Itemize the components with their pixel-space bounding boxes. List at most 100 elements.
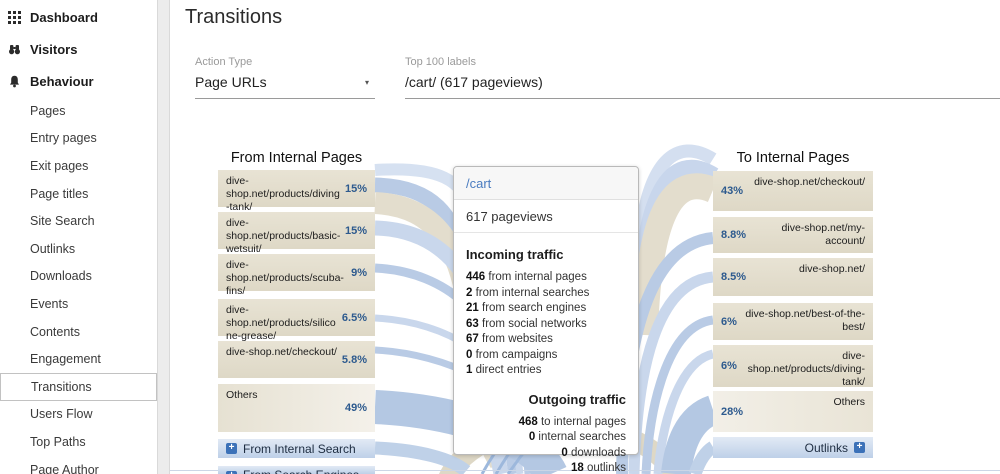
traffic-value: 0 xyxy=(529,431,535,443)
sidebar-item-pages[interactable]: Pages xyxy=(0,97,157,125)
incoming-traffic-heading: Incoming traffic xyxy=(466,247,626,262)
sidebar-item-downloads[interactable]: Downloads xyxy=(0,263,157,291)
percentage: 49% xyxy=(345,402,367,414)
sidebar-item-label: Transitions xyxy=(31,380,92,394)
percentage: 9% xyxy=(351,267,367,279)
sidebar-item-label: Entry pages xyxy=(30,131,97,145)
traffic-label: from websites xyxy=(482,333,553,345)
from-internal-search-row[interactable]: + From Internal Search xyxy=(218,439,375,458)
from-search-engines-row[interactable]: + From Search Engines xyxy=(218,466,375,474)
traffic-value: 21 xyxy=(466,302,479,314)
sidebar-item-users-flow[interactable]: Users Flow xyxy=(0,401,157,429)
page-url: dive-shop.net/products/scuba-fins/ xyxy=(226,259,347,286)
traffic-value: 67 xyxy=(466,333,479,345)
incoming-traffic-list: 446 from internal pages 2 from internal … xyxy=(466,270,626,379)
top-labels-select[interactable]: /cart/ (617 pageviews) xyxy=(405,74,1000,99)
sidebar-item-label: Page Author xyxy=(30,463,99,474)
sidebar-item-engagement[interactable]: Engagement xyxy=(0,345,157,373)
percentage: 8.8% xyxy=(721,229,746,241)
action-type-select[interactable]: Page URLs ▾ xyxy=(195,74,375,99)
sidebar-item-events[interactable]: Events xyxy=(0,290,157,318)
percentage: 15% xyxy=(345,225,367,237)
sidebar-item-site-search[interactable]: Site Search xyxy=(0,207,157,235)
sidebar-item-label: Events xyxy=(30,297,68,311)
expand-plus-icon[interactable]: + xyxy=(226,443,237,454)
to-page-box[interactable]: dive-shop.net/checkout/ 43% xyxy=(713,171,873,211)
row-label: From Search Engines xyxy=(243,466,359,474)
action-type-control: Action Type Page URLs ▾ xyxy=(195,56,375,99)
percentage: 15% xyxy=(345,183,367,195)
traffic-value: 2 xyxy=(466,287,472,299)
traffic-row: 446 from internal pages xyxy=(466,270,626,286)
traffic-row: 468 to internal pages xyxy=(466,415,626,431)
traffic-row: 0 downloads xyxy=(466,446,626,462)
sidebar-item-label: Dashboard xyxy=(30,10,98,25)
page-title: Transitions xyxy=(185,6,282,29)
from-page-box[interactable]: dive-shop.net/products/diving-tank/ 15% xyxy=(218,170,375,207)
to-page-box[interactable]: dive-shop.net/products/diving-tank/ 6% xyxy=(713,345,873,387)
percentage: 8.5% xyxy=(721,271,746,283)
from-page-box[interactable]: dive-shop.net/products/silicone-grease/ … xyxy=(218,299,375,336)
to-page-box[interactable]: dive-shop.net/ 8.5% xyxy=(713,258,873,296)
traffic-row: 0 from campaigns xyxy=(466,348,626,364)
sidebar-item-visitors[interactable]: Visitors xyxy=(0,33,157,65)
traffic-row: 0 internal searches xyxy=(466,430,626,446)
traffic-value: 468 xyxy=(519,416,538,428)
sidebar-item-label: Engagement xyxy=(30,352,101,366)
outlinks-row[interactable]: Outlinks + xyxy=(713,437,873,458)
from-internal-pages-heading: From Internal Pages xyxy=(218,150,375,166)
chevron-down-icon: ▾ xyxy=(365,78,369,87)
action-type-value: Page URLs xyxy=(195,74,267,90)
percentage: 6% xyxy=(721,360,737,372)
sidebar-item-behaviour[interactable]: Behaviour xyxy=(0,65,157,97)
dashboard-grid-icon xyxy=(8,11,21,24)
binoculars-icon xyxy=(8,43,21,56)
outgoing-traffic-list: 468 to internal pages 0 internal searche… xyxy=(466,415,626,474)
traffic-label: downloads xyxy=(571,447,626,459)
percentage: 28% xyxy=(721,406,743,418)
sidebar-item-top-paths[interactable]: Top Paths xyxy=(0,428,157,456)
others-label: Others xyxy=(747,396,865,427)
from-page-box[interactable]: dive-shop.net/products/scuba-fins/ 9% xyxy=(218,254,375,291)
top-labels-label: Top 100 labels xyxy=(405,56,1000,68)
sidebar-item-entry-pages[interactable]: Entry pages xyxy=(0,125,157,153)
traffic-row: 18 outlinks xyxy=(466,461,626,474)
sidebar-item-label: Page titles xyxy=(30,187,88,201)
traffic-value: 18 xyxy=(571,462,584,474)
traffic-value: 0 xyxy=(561,447,567,459)
from-page-box[interactable]: dive-shop.net/products/basic-wetsuit/ 15… xyxy=(218,212,375,249)
page-url: dive-shop.net/products/silicone-grease/ xyxy=(226,304,338,331)
from-others-box[interactable]: Others 49% xyxy=(218,384,375,432)
traffic-row: 21 from search engines xyxy=(466,301,626,317)
popup-title: /cart xyxy=(454,167,638,200)
percentage: 43% xyxy=(721,185,743,197)
to-page-box[interactable]: dive-shop.net/my-account/ 8.8% xyxy=(713,217,873,253)
sidebar-item-dashboard[interactable]: Dashboard xyxy=(0,1,157,33)
traffic-label: internal searches xyxy=(538,431,626,443)
to-others-box[interactable]: Others 28% xyxy=(713,391,873,432)
sidebar-item-outlinks[interactable]: Outlinks xyxy=(0,235,157,263)
from-page-box[interactable]: dive-shop.net/checkout/ 5.8% xyxy=(218,341,375,378)
sidebar-item-exit-pages[interactable]: Exit pages xyxy=(0,152,157,180)
popup-pageviews: 617 pageviews xyxy=(454,200,638,233)
sidebar-item-label: Visitors xyxy=(30,42,77,57)
traffic-value: 63 xyxy=(466,318,479,330)
sidebar-item-page-author[interactable]: Page Author xyxy=(0,456,157,474)
sidebar-item-transitions[interactable]: Transitions xyxy=(0,373,157,401)
to-page-box[interactable]: dive-shop.net/best-of-the-best/ 6% xyxy=(713,303,873,340)
sidebar-item-page-titles[interactable]: Page titles xyxy=(0,180,157,208)
sidebar-scrollbar[interactable] xyxy=(157,0,170,474)
traffic-label: from campaigns xyxy=(476,349,558,361)
page-url: dive-shop.net/checkout/ xyxy=(226,346,338,373)
traffic-label: from search engines xyxy=(482,302,586,314)
traffic-row: 63 from social networks xyxy=(466,317,626,333)
top-labels-control: Top 100 labels /cart/ (617 pageviews) xyxy=(405,56,1000,99)
page-url: dive-shop.net/products/diving-tank/ xyxy=(226,175,341,202)
sidebar-item-label: Downloads xyxy=(30,269,92,283)
expand-plus-icon[interactable]: + xyxy=(854,442,865,453)
sidebar-item-contents[interactable]: Contents xyxy=(0,318,157,346)
outgoing-traffic-heading: Outgoing traffic xyxy=(466,392,626,407)
sidebar: Dashboard Visitors Behaviour Pages Entry… xyxy=(0,0,157,474)
transitions-page: Dashboard Visitors Behaviour Pages Entry… xyxy=(0,0,1000,474)
traffic-label: outlinks xyxy=(587,462,626,474)
